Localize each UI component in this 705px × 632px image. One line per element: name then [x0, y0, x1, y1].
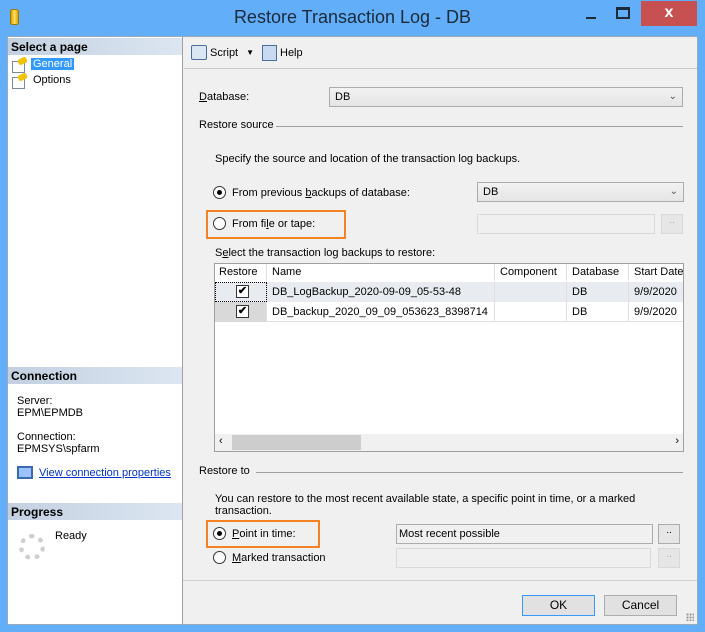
column-header-component[interactable]: Component	[496, 264, 567, 281]
database-select[interactable]: DB ⌄	[329, 87, 683, 107]
selected-database: DB	[483, 186, 499, 198]
radio-label: From file or tape:	[232, 217, 316, 230]
maximize-button[interactable]	[616, 7, 630, 19]
connection-header: Connection	[8, 367, 182, 384]
radio-indicator	[213, 527, 226, 540]
chevron-down-icon: ⌄	[669, 186, 678, 197]
point-in-time-input[interactable]: Most recent possible	[396, 524, 653, 544]
database-value: DB	[335, 91, 351, 103]
start-date-cell: 9/9/2020	[634, 286, 677, 298]
radio-indicator	[213, 551, 226, 564]
close-button[interactable]: x	[641, 1, 697, 26]
point-in-time-radio[interactable]: Point in time:	[213, 527, 296, 540]
divider	[256, 472, 683, 473]
from-file-or-tape-radio[interactable]: From file or tape:	[213, 217, 315, 230]
sidebar-item-general[interactable]: General	[12, 57, 75, 73]
table-row[interactable]: ✔ DB_backup_2020_09_09_053623_8398714 DB…	[215, 302, 683, 322]
script-button[interactable]: Script ▼	[191, 45, 254, 60]
horizontal-scrollbar[interactable]: ‹ ›	[215, 434, 683, 451]
scroll-right-icon[interactable]: ›	[675, 435, 679, 447]
database-cell: DB	[568, 282, 629, 302]
point-in-time-browse-button[interactable]: ..	[658, 524, 680, 544]
progress-header: Progress	[8, 503, 182, 520]
script-icon	[191, 45, 207, 60]
radio-label: From previous backups of database:	[232, 186, 410, 199]
marked-transaction-input[interactable]	[396, 548, 651, 568]
database-cell: DB	[568, 302, 629, 322]
sidebar: Select a page General Options Connection…	[8, 37, 183, 624]
radio-label: Marked transaction	[232, 551, 326, 564]
column-header-name[interactable]: Name	[268, 264, 495, 281]
help-button[interactable]: Help	[262, 45, 303, 61]
table-row[interactable]: ✔ DB_LogBackup_2020-09-09_05-53-48 DB 9/…	[215, 282, 683, 302]
cancel-button[interactable]: Cancel	[604, 595, 677, 616]
access-key: D	[199, 91, 207, 103]
view-connection-properties-link[interactable]: View connection properties	[39, 467, 171, 479]
marked-transaction-radio[interactable]: Marked transaction	[213, 551, 326, 564]
restore-checkbox[interactable]: ✔	[236, 305, 249, 318]
file-path-input[interactable]	[477, 214, 655, 234]
ok-button[interactable]: OK	[522, 595, 595, 616]
restore-cell[interactable]: ✔	[215, 282, 267, 302]
chevron-down-icon[interactable]: ▼	[246, 48, 254, 57]
radio-label: Point in time:	[232, 527, 296, 540]
label-text: atabase:	[206, 91, 250, 103]
component-cell	[496, 302, 567, 322]
sidebar-item-label: General	[31, 58, 75, 70]
restore-to-description: You can restore to the most recent avail…	[215, 493, 636, 517]
toolbar: Script ▼ Help	[184, 37, 697, 69]
restore-cell[interactable]: ✔	[215, 302, 267, 322]
progress-spinner-icon	[19, 534, 45, 560]
sidebar-item-options[interactable]: Options	[12, 73, 73, 89]
restore-to-heading: Restore to	[199, 465, 250, 477]
scrollbar-thumb[interactable]	[232, 435, 361, 450]
chevron-down-icon: ⌄	[668, 91, 677, 102]
server-value: EPM\EPMDB	[17, 407, 84, 419]
column-header-database[interactable]: Database	[568, 264, 629, 281]
previous-backups-database-select[interactable]: DB ⌄	[477, 182, 684, 202]
radio-indicator	[213, 186, 226, 199]
divider	[276, 126, 683, 127]
resize-grip-icon[interactable]	[686, 613, 694, 621]
column-header-restore[interactable]: Restore	[215, 264, 267, 281]
from-previous-backups-radio[interactable]: From previous backups of database:	[213, 186, 410, 199]
script-label: Script	[210, 46, 239, 59]
restore-source-heading: Restore source	[199, 119, 274, 131]
minimize-button[interactable]	[586, 17, 596, 19]
select-page-header: Select a page	[8, 38, 182, 55]
footer-divider	[183, 580, 697, 581]
component-cell	[496, 282, 567, 302]
dialog-body: Select a page General Options Connection…	[7, 36, 698, 625]
window-title: Restore Transaction Log - DB	[233, 7, 472, 27]
restore-checkbox[interactable]: ✔	[236, 285, 249, 298]
main-panel: Script ▼ Help Database: DB ⌄ Restore sou…	[183, 37, 697, 624]
connection-value: EPMSYS\spfarm	[17, 443, 100, 455]
browse-file-button[interactable]: ..	[661, 214, 683, 234]
title-bar: Restore Transaction Log - DB x	[0, 0, 705, 36]
start-date-cell: 9/9/2020	[634, 306, 677, 318]
page-icon	[12, 74, 28, 89]
backup-sets-grid[interactable]: Restore Name Component Database Start Da…	[214, 263, 684, 452]
source-description: Specify the source and location of the t…	[215, 153, 521, 165]
name-cell: DB_backup_2020_09_09_053623_8398714	[268, 302, 495, 322]
sidebar-item-label: Options	[33, 74, 71, 86]
marked-transaction-browse-button[interactable]: ..	[658, 548, 680, 568]
connection-properties-icon	[17, 466, 33, 479]
connection-label: Connection:	[17, 431, 76, 443]
radio-indicator	[213, 217, 226, 230]
select-backups-label: Select the transaction log backups to re…	[215, 247, 436, 259]
server-label: Server:	[17, 395, 53, 407]
help-label: Help	[280, 47, 303, 59]
page-icon	[12, 58, 28, 73]
progress-status: Ready	[55, 530, 87, 542]
database-label: Database:	[199, 91, 249, 103]
scroll-left-icon[interactable]: ‹	[219, 435, 223, 447]
name-cell: DB_LogBackup_2020-09-09_05-53-48	[268, 282, 495, 302]
help-icon	[262, 45, 277, 61]
column-header-start-date[interactable]: Start Date	[630, 264, 683, 281]
